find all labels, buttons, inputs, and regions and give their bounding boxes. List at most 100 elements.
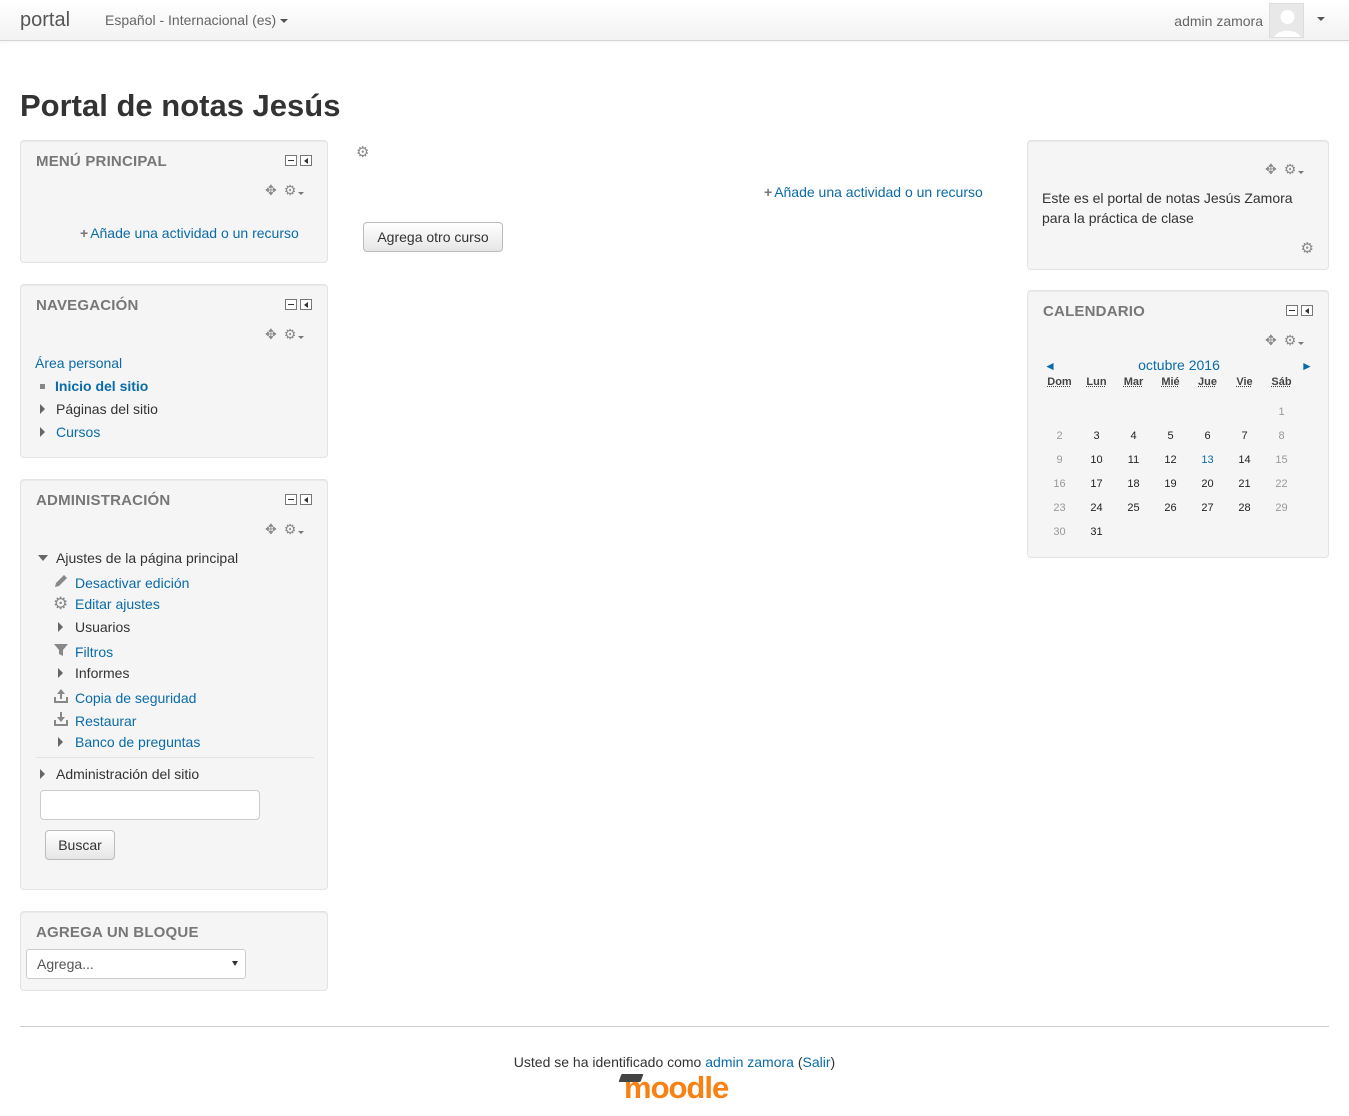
move-icon[interactable]: ✥ (265, 521, 277, 538)
expand-arrow-icon (40, 404, 45, 414)
calendar-day[interactable]: 22 (1263, 472, 1300, 496)
gear-icon[interactable]: ⚙ (1301, 239, 1314, 257)
user-menu-chevron-icon[interactable] (1317, 17, 1325, 21)
add-activity-link[interactable]: + Añade una actividad o un recurso (80, 225, 299, 241)
gear-icon[interactable]: ⚙ (284, 521, 305, 538)
calendar-day[interactable]: 31 (1078, 520, 1115, 544)
avatar[interactable] (1269, 3, 1304, 38)
admin-item-disable-editing[interactable]: Desactivar edición (53, 573, 189, 592)
gear-icon[interactable]: ⚙ (1284, 161, 1305, 178)
calendar-empty-cell (1189, 520, 1226, 544)
restore-icon (53, 711, 75, 730)
calendar-day[interactable]: 24 (1078, 496, 1115, 520)
calendar-day[interactable]: 20 (1189, 472, 1226, 496)
block-edit-controls: ✥ ⚙ (265, 326, 305, 343)
calendar-day[interactable]: 25 (1115, 496, 1152, 520)
calendar-day[interactable]: 13 (1189, 448, 1226, 472)
calendar-day[interactable]: 27 (1189, 496, 1226, 520)
site-brand-link[interactable]: portal (20, 9, 70, 32)
calendar-empty-cell (1115, 400, 1152, 424)
calendar-day[interactable]: 26 (1152, 496, 1189, 520)
gear-icon[interactable]: ⚙ (284, 326, 305, 343)
calendar-day[interactable]: 28 (1226, 496, 1263, 520)
footer-user-link[interactable]: admin zamora (705, 1054, 794, 1070)
calendar-day[interactable]: 3 (1078, 424, 1115, 448)
divider (36, 757, 314, 758)
add-course-button[interactable]: Agrega otro curso (363, 222, 503, 252)
nav-site-pages[interactable]: Páginas del sitio (40, 401, 158, 417)
admin-item-reports[interactable]: Informes (58, 665, 129, 681)
dock-icon[interactable] (300, 494, 312, 505)
move-icon[interactable]: ✥ (1265, 161, 1277, 178)
search-button[interactable]: Buscar (45, 830, 115, 860)
calendar-day[interactable]: 18 (1115, 472, 1152, 496)
moodle-logo[interactable]: moodle (618, 1070, 729, 1106)
admin-item-backup[interactable]: Copia de seguridad (53, 688, 196, 707)
language-menu[interactable]: Español - Internacional (es) (105, 12, 289, 28)
dock-icon[interactable] (300, 299, 312, 310)
admin-search-input[interactable] (40, 790, 260, 820)
calendar-day[interactable]: 2 (1041, 424, 1078, 448)
collapse-icon[interactable] (285, 155, 297, 166)
gear-icon[interactable]: ⚙ (284, 182, 305, 199)
nav-site-home-link[interactable]: Inicio del sitio (40, 378, 148, 394)
calendar-day[interactable]: 8 (1263, 424, 1300, 448)
calendar-day[interactable]: 15 (1263, 448, 1300, 472)
nav-personal-area-link[interactable]: Área personal (35, 355, 122, 371)
calendar-day[interactable]: 29 (1263, 496, 1300, 520)
expand-arrow-icon (58, 737, 63, 747)
admin-item-filters[interactable]: Filtros (53, 642, 113, 661)
calendar-day[interactable]: 14 (1226, 448, 1263, 472)
calendar-day[interactable]: 6 (1189, 424, 1226, 448)
calendar-day[interactable]: 30 (1041, 520, 1078, 544)
logout-link[interactable]: Salir (803, 1054, 831, 1070)
move-icon[interactable]: ✥ (1265, 332, 1277, 349)
block-title: NAVEGACIÓN (36, 297, 139, 314)
expand-arrow-icon (40, 427, 45, 437)
calendar-day[interactable]: 16 (1041, 472, 1078, 496)
calendar-day[interactable]: 21 (1226, 472, 1263, 496)
calendar-day[interactable]: 11 (1115, 448, 1152, 472)
admin-site-administration[interactable]: Administración del sitio (40, 766, 199, 782)
gear-icon[interactable]: ⚙ (1284, 332, 1305, 349)
dock-icon[interactable] (1301, 305, 1313, 316)
add-block-select[interactable]: Agrega... (26, 949, 246, 979)
calendar-month-link[interactable]: octubre 2016 (1028, 357, 1330, 373)
admin-item-users[interactable]: Usuarios (58, 619, 130, 635)
calendar-day[interactable]: 4 (1115, 424, 1152, 448)
page-title: Portal de notas Jesús (20, 88, 341, 123)
gear-icon: ⚙ (53, 594, 69, 613)
collapse-icon[interactable] (285, 494, 297, 505)
plus-icon: + (764, 184, 773, 200)
move-icon[interactable]: ✥ (265, 326, 277, 343)
calendar-day[interactable]: 5 (1152, 424, 1189, 448)
weekday-label: Mié (1161, 376, 1180, 388)
move-icon[interactable]: ✥ (265, 182, 277, 199)
calendar-day[interactable]: 12 (1152, 448, 1189, 472)
admin-item-edit-settings[interactable]: ⚙ Editar ajustes (53, 594, 160, 613)
user-menu-name[interactable]: admin zamora (1174, 13, 1263, 29)
center-add-activity-link[interactable]: + Añade una actividad o un recurso (764, 184, 983, 200)
collapse-icon[interactable] (285, 299, 297, 310)
block-controls (1286, 305, 1313, 316)
nav-courses[interactable]: Cursos (40, 424, 100, 440)
calendar-day[interactable]: 9 (1041, 448, 1078, 472)
calendar-day[interactable]: 17 (1078, 472, 1115, 496)
block-title: MENÚ PRINCIPAL (36, 153, 167, 170)
top-navbar: portal Español - Internacional (es) admi… (0, 0, 1349, 41)
section-gear-icon[interactable]: ⚙ (356, 143, 369, 161)
block-title: CALENDARIO (1043, 303, 1145, 320)
calendar-day[interactable]: 1 (1263, 400, 1300, 424)
admin-item-question-bank[interactable]: Banco de preguntas (58, 734, 200, 750)
block-title: AGREGA UN BLOQUE (36, 924, 199, 941)
admin-item-restore[interactable]: Restaurar (53, 711, 136, 730)
collapse-icon[interactable] (1286, 305, 1298, 316)
admin-frontpage-settings[interactable]: Ajustes de la página principal (38, 550, 238, 566)
calendar-next-month-icon[interactable]: ► (1301, 359, 1313, 373)
calendar-day[interactable]: 7 (1226, 424, 1263, 448)
calendar-day[interactable]: 10 (1078, 448, 1115, 472)
calendar-day[interactable]: 19 (1152, 472, 1189, 496)
bullet-icon (40, 383, 45, 389)
calendar-day[interactable]: 23 (1041, 496, 1078, 520)
dock-icon[interactable] (300, 155, 312, 166)
